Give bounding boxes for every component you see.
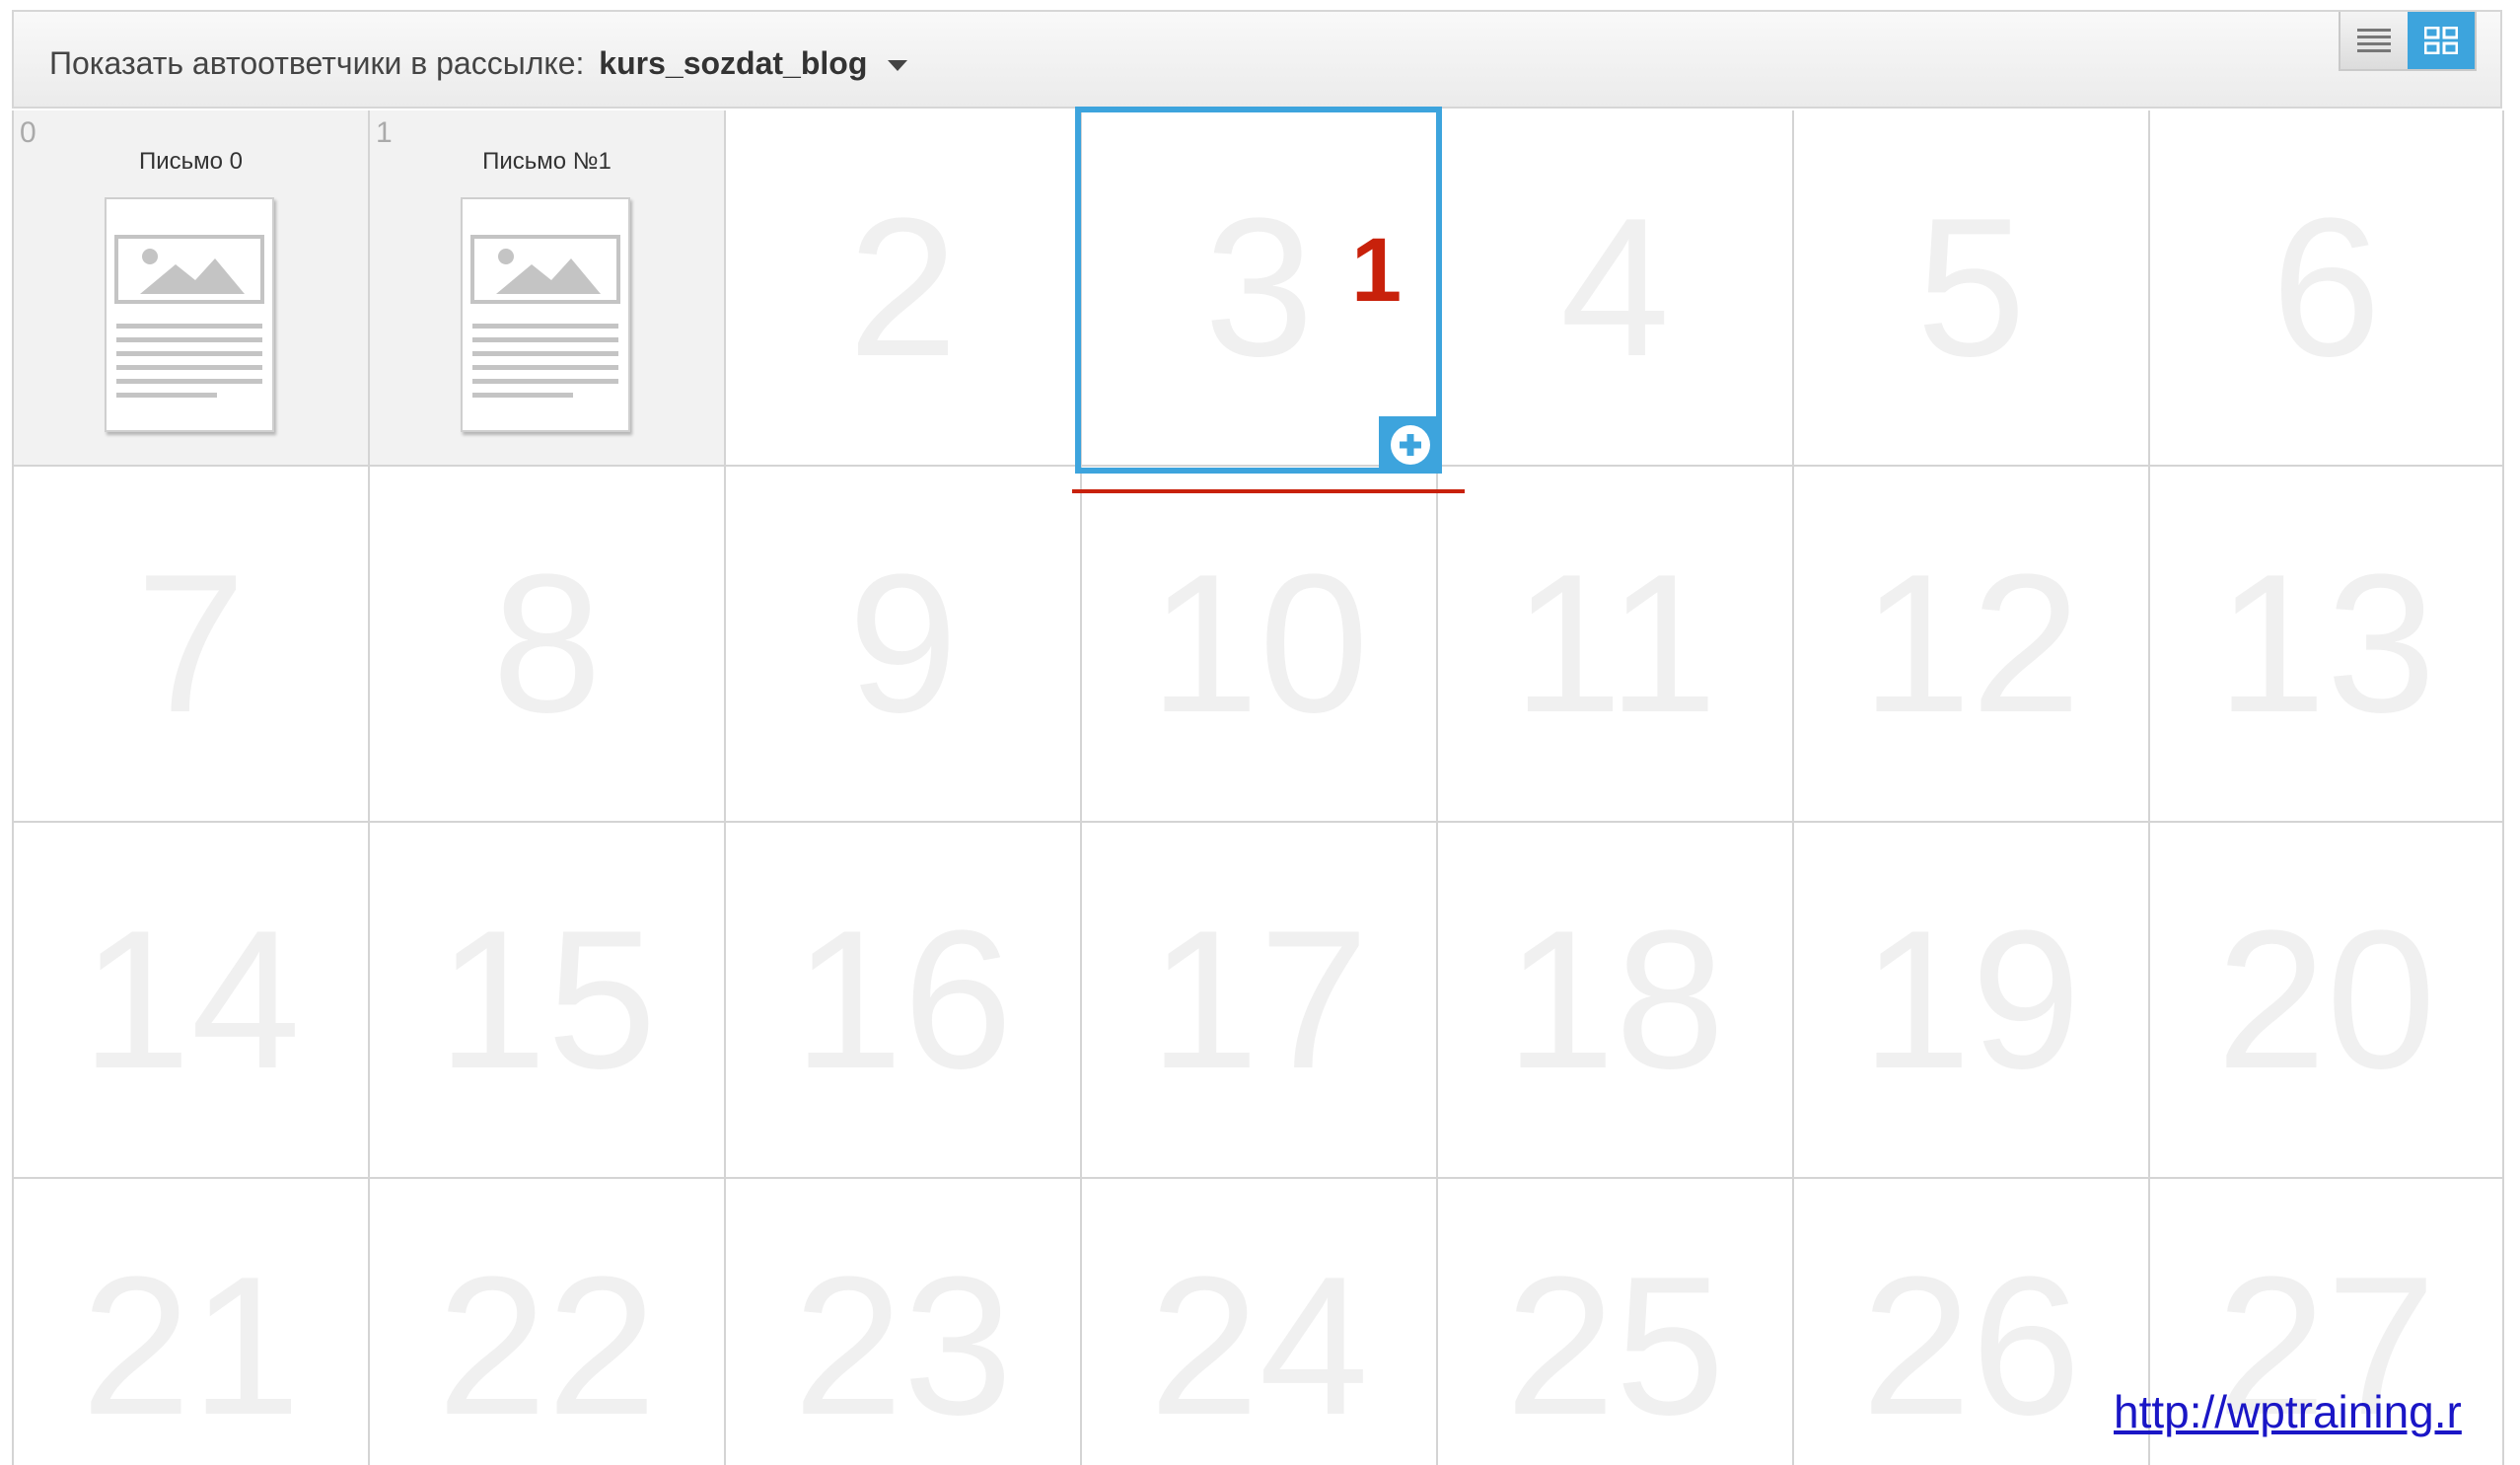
list-icon bbox=[2357, 29, 2391, 52]
day-number: 1 bbox=[376, 116, 393, 149]
day-cell-15[interactable]: 15 bbox=[370, 823, 726, 1179]
day-cell-24[interactable]: 24 bbox=[1082, 1179, 1438, 1465]
plus-circle-icon bbox=[1391, 425, 1430, 465]
day-number: 11 bbox=[1512, 533, 1718, 754]
day-cell-14[interactable]: 14 bbox=[14, 823, 370, 1179]
day-number: 12 bbox=[1861, 533, 2081, 754]
annotation-callout: 1 bbox=[1351, 220, 1403, 321]
day-number: 2 bbox=[847, 177, 959, 398]
day-number: 0 bbox=[20, 116, 36, 149]
day-cell-22[interactable]: 22 bbox=[370, 1179, 726, 1465]
day-cell-1[interactable]: 1 Письмо №1 bbox=[370, 110, 726, 467]
day-number: 7 bbox=[135, 533, 247, 754]
day-cell-7[interactable]: 7 bbox=[14, 467, 370, 823]
letter-thumbnail[interactable] bbox=[461, 197, 630, 432]
list-view-button[interactable] bbox=[2340, 12, 2408, 69]
autoresponder-calendar: Показать автоответчики в рассылке: kurs_… bbox=[0, 0, 2520, 1465]
day-number: 5 bbox=[1915, 177, 2027, 398]
day-number: 9 bbox=[847, 533, 959, 754]
day-cell-12[interactable]: 12 bbox=[1794, 467, 2150, 823]
day-cell-25[interactable]: 25 bbox=[1438, 1179, 1794, 1465]
day-cell-9[interactable]: 9 bbox=[726, 467, 1082, 823]
chevron-down-icon[interactable] bbox=[888, 60, 908, 72]
add-letter-button[interactable] bbox=[1379, 416, 1442, 474]
email-template-icon bbox=[470, 235, 620, 398]
email-template-icon bbox=[114, 235, 264, 398]
day-number: 18 bbox=[1505, 889, 1725, 1110]
day-cell-20[interactable]: 20 bbox=[2150, 823, 2504, 1179]
day-cell-23[interactable]: 23 bbox=[726, 1179, 1082, 1465]
letter-thumbnail[interactable] bbox=[105, 197, 274, 432]
day-number: 15 bbox=[437, 889, 657, 1110]
day-number: 20 bbox=[2216, 889, 2436, 1110]
day-cell-16[interactable]: 16 bbox=[726, 823, 1082, 1179]
day-number: 4 bbox=[1559, 177, 1671, 398]
grid-icon bbox=[2424, 27, 2458, 54]
day-cell-26[interactable]: 26 bbox=[1794, 1179, 2150, 1465]
day-number: 14 bbox=[81, 889, 301, 1110]
day-number: 22 bbox=[437, 1236, 657, 1456]
mailing-list-selector[interactable]: Показать автоответчики в рассылке: kurs_… bbox=[49, 45, 908, 82]
day-cell-11[interactable]: 11 bbox=[1438, 467, 1794, 823]
day-number: 8 bbox=[491, 533, 603, 754]
day-cell-8[interactable]: 8 bbox=[370, 467, 726, 823]
toolbar: Показать автоответчики в рассылке: kurs_… bbox=[12, 10, 2502, 109]
day-cell-0[interactable]: 0 Письмо 0 bbox=[14, 110, 370, 467]
day-number: 13 bbox=[2216, 533, 2436, 754]
site-link[interactable]: http://wptraining.r bbox=[2114, 1385, 2462, 1438]
day-cell-19[interactable]: 19 bbox=[1794, 823, 2150, 1179]
day-number: 6 bbox=[2270, 177, 2382, 398]
grid-view-button[interactable] bbox=[2408, 12, 2475, 69]
view-toggle bbox=[2339, 12, 2477, 71]
day-cell-21[interactable]: 21 bbox=[14, 1179, 370, 1465]
day-cell-6[interactable]: 6 bbox=[2150, 110, 2504, 467]
day-number: 10 bbox=[1149, 533, 1369, 754]
selector-label: Показать автоответчики в рассылке: bbox=[49, 45, 585, 81]
day-cell-18[interactable]: 18 bbox=[1438, 823, 1794, 1179]
day-cell-2[interactable]: 2 bbox=[726, 110, 1082, 467]
day-cell-5[interactable]: 5 bbox=[1794, 110, 2150, 467]
day-cell-17[interactable]: 17 bbox=[1082, 823, 1438, 1179]
day-number: 16 bbox=[793, 889, 1013, 1110]
day-cell-4[interactable]: 4 bbox=[1438, 110, 1794, 467]
day-cell-13[interactable]: 13 bbox=[2150, 467, 2504, 823]
day-number: 25 bbox=[1505, 1236, 1725, 1456]
day-number: 26 bbox=[1861, 1236, 2081, 1456]
day-number: 24 bbox=[1149, 1236, 1369, 1456]
annotation-underline bbox=[1072, 489, 1465, 493]
day-number: 19 bbox=[1861, 889, 2081, 1110]
letter-title[interactable]: Письмо 0 bbox=[14, 148, 368, 176]
day-number: 23 bbox=[793, 1236, 1013, 1456]
day-number: 17 bbox=[1149, 889, 1369, 1110]
selected-list-name[interactable]: kurs_sozdat_blog bbox=[599, 45, 867, 81]
day-number: 21 bbox=[81, 1236, 301, 1456]
letter-title[interactable]: Письмо №1 bbox=[370, 148, 724, 176]
day-cell-10[interactable]: 10 bbox=[1082, 467, 1438, 823]
